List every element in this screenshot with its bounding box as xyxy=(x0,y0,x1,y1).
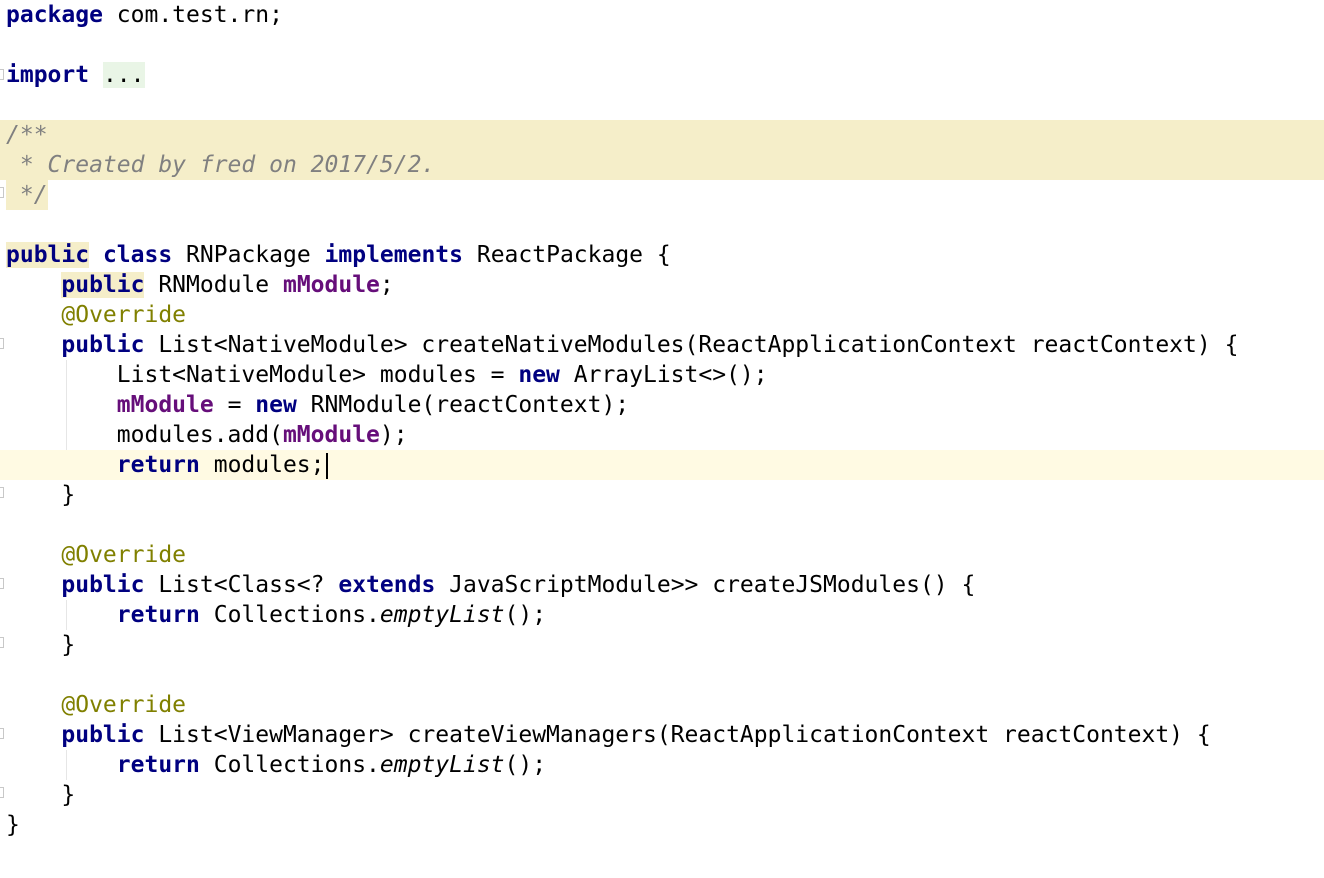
code-text: List<NativeModule> createNativeModules(R… xyxy=(144,332,1239,358)
code-text: ); xyxy=(379,422,408,448)
code-line[interactable]: } xyxy=(0,810,1324,840)
code-line[interactable]: public RNModule mModule; xyxy=(0,270,1324,300)
code-line[interactable]: mModule = new RNModule(reactContext); xyxy=(0,390,1324,420)
code-text: ArrayList<>(); xyxy=(559,362,768,388)
code-line[interactable]: public class RNPackage implements ReactP… xyxy=(0,240,1324,270)
code-editor[interactable]: package com.test.rn; import ... /** * Cr… xyxy=(0,0,1324,878)
static-method: emptyList xyxy=(379,602,505,628)
code-text: } xyxy=(6,812,20,838)
field-name: mModule xyxy=(116,392,214,418)
annotation: @Override xyxy=(61,692,187,718)
code-text: ReactPackage { xyxy=(463,242,671,268)
code-line[interactable]: List<NativeModule> modules = new ArrayLi… xyxy=(0,360,1324,390)
current-line[interactable]: return modules; xyxy=(0,450,1324,480)
keyword: package xyxy=(6,2,103,28)
folded-region[interactable]: ... xyxy=(102,62,145,88)
keyword: import xyxy=(6,62,90,88)
code-line[interactable]: return Collections.emptyList(); xyxy=(0,600,1324,630)
field-name: mModule xyxy=(282,422,380,448)
code-text: modules; xyxy=(199,452,325,478)
keyword: return xyxy=(116,752,200,778)
text-caret xyxy=(325,452,328,479)
code-text: JavaScriptModule>> createJSModules() { xyxy=(435,572,976,598)
code-text: Collections. xyxy=(199,752,380,778)
comment-text: * Created by fred on 2017/5/2. xyxy=(6,152,436,178)
field-name: mModule xyxy=(282,272,380,298)
code-text: ; xyxy=(379,272,394,298)
code-text: } xyxy=(6,782,76,808)
keyword: return xyxy=(116,602,200,628)
keyword: public xyxy=(61,722,145,748)
code-line[interactable]: import ... xyxy=(0,60,1324,90)
code-text: } xyxy=(6,482,76,508)
code-line[interactable]: @Override xyxy=(0,300,1324,330)
doc-comment-line[interactable]: */ xyxy=(0,180,1324,210)
keyword: return xyxy=(116,452,200,478)
annotation: @Override xyxy=(61,542,187,568)
code-text: (); xyxy=(504,752,547,778)
code-line[interactable]: return Collections.emptyList(); xyxy=(0,750,1324,780)
doc-comment-line[interactable]: * Created by fred on 2017/5/2. xyxy=(0,150,1324,180)
code-text: com.test.rn; xyxy=(102,2,283,28)
code-line[interactable]: public List<ViewManager> createViewManag… xyxy=(0,720,1324,750)
comment-text: */ xyxy=(6,180,48,210)
code-line[interactable]: modules.add(mModule); xyxy=(0,420,1324,450)
code-text: (); xyxy=(504,602,547,628)
code-text: List<ViewManager> createViewManagers(Rea… xyxy=(144,722,1211,748)
keyword: public xyxy=(61,272,145,298)
keyword: new xyxy=(518,362,560,388)
annotation: @Override xyxy=(61,302,187,328)
code-text: List<Class<? xyxy=(144,572,339,598)
code-line[interactable]: } xyxy=(0,630,1324,660)
code-text: = xyxy=(213,392,256,418)
code-line[interactable]: @Override xyxy=(0,690,1324,720)
code-line[interactable]: } xyxy=(0,480,1324,510)
code-text: RNModule xyxy=(144,272,283,298)
static-method: emptyList xyxy=(379,752,505,778)
keyword: extends xyxy=(338,572,436,598)
code-text: Collections. xyxy=(199,602,380,628)
code-line[interactable]: public List<Class<? extends JavaScriptMo… xyxy=(0,570,1324,600)
doc-comment-line[interactable]: /** xyxy=(0,120,1324,150)
code-text: modules.add( xyxy=(116,422,283,448)
code-line[interactable]: package com.test.rn; xyxy=(0,0,1324,30)
keyword: class xyxy=(102,242,173,268)
keyword: implements xyxy=(324,242,464,268)
keyword: public xyxy=(6,242,90,268)
code-line[interactable]: } xyxy=(0,780,1324,810)
code-text: RNPackage xyxy=(172,242,325,268)
keyword: new xyxy=(255,392,297,418)
code-text: List<NativeModule> modules = xyxy=(116,362,519,388)
code-text: RNModule(reactContext); xyxy=(296,392,630,418)
keyword: public xyxy=(61,572,145,598)
code-line[interactable]: @Override xyxy=(0,540,1324,570)
code-text: } xyxy=(6,632,76,658)
code-line[interactable]: public List<NativeModule> createNativeMo… xyxy=(0,330,1324,360)
comment-text: /** xyxy=(6,122,48,148)
keyword: public xyxy=(61,332,145,358)
